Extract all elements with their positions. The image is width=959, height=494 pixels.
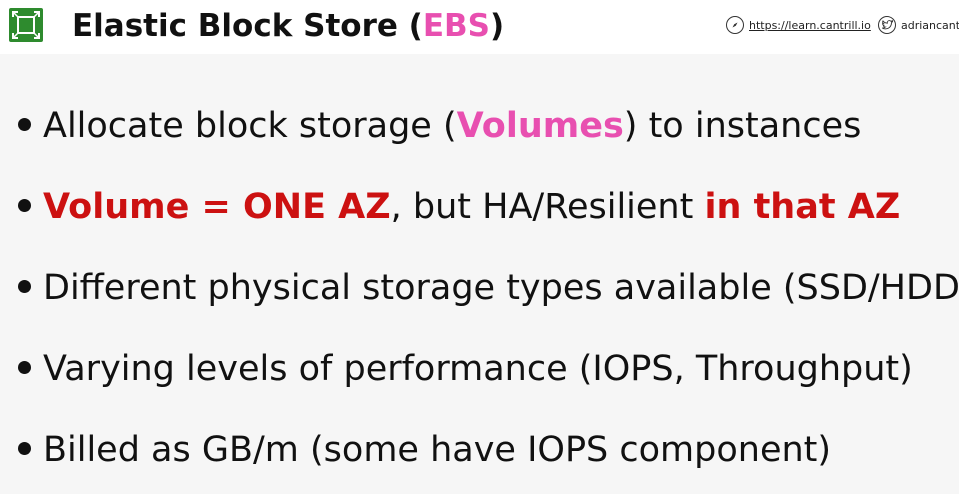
bullet-item-storage-types: Different physical storage types availab… — [18, 248, 959, 329]
bullet-item-volumes: Allocate block storage (Volumes) to inst… — [18, 86, 959, 167]
bullet-text: Allocate block storage ( — [43, 106, 457, 146]
bullet-dot — [18, 117, 31, 131]
bullet-text: Varying levels of performance (IOPS, Thr… — [43, 349, 913, 389]
bullet-item-az: Volume = ONE AZ, but HA/Resilient in tha… — [18, 167, 959, 248]
aws-resource-icon — [9, 8, 43, 42]
twitter-icon — [878, 16, 896, 34]
bullet-item-performance: Varying levels of performance (IOPS, Thr… — [18, 329, 959, 410]
bullet-list: Allocate block storage (Volumes) to inst… — [18, 86, 959, 491]
title-close: ) — [489, 8, 505, 44]
bullet-text: Billed as GB/m (some have IOPS component… — [43, 430, 832, 470]
bullet-text: Different physical storage types availab… — [43, 268, 959, 308]
bullet-item-billing: Billed as GB/m (some have IOPS component… — [18, 410, 959, 491]
website-link[interactable]: https://learn.cantrill.io — [726, 14, 871, 36]
social-link-text[interactable]: adriancantr — [901, 19, 959, 32]
page-title: Elastic Block Store (EBS) — [72, 4, 504, 48]
bullet-text: , but HA/Resilient — [390, 187, 705, 227]
bullet-highlight: Volume = ONE AZ — [43, 187, 391, 227]
slide-header: Elastic Block Store (EBS) https://learn.… — [0, 0, 959, 54]
bullet-dot — [18, 441, 31, 455]
bullet-dot — [18, 279, 31, 293]
bullet-highlight: Volumes — [456, 106, 624, 146]
bullet-dot — [18, 198, 31, 212]
social-link[interactable]: adriancantr — [878, 14, 959, 36]
bullet-highlight: in that AZ — [704, 187, 901, 227]
compass-icon — [726, 16, 744, 34]
website-link-text[interactable]: https://learn.cantrill.io — [749, 19, 871, 32]
bullet-text: ) to instances — [623, 106, 862, 146]
title-main: Elastic Block Store ( — [72, 8, 423, 44]
title-accent: EBS — [422, 8, 490, 44]
bullet-dot — [18, 360, 31, 374]
